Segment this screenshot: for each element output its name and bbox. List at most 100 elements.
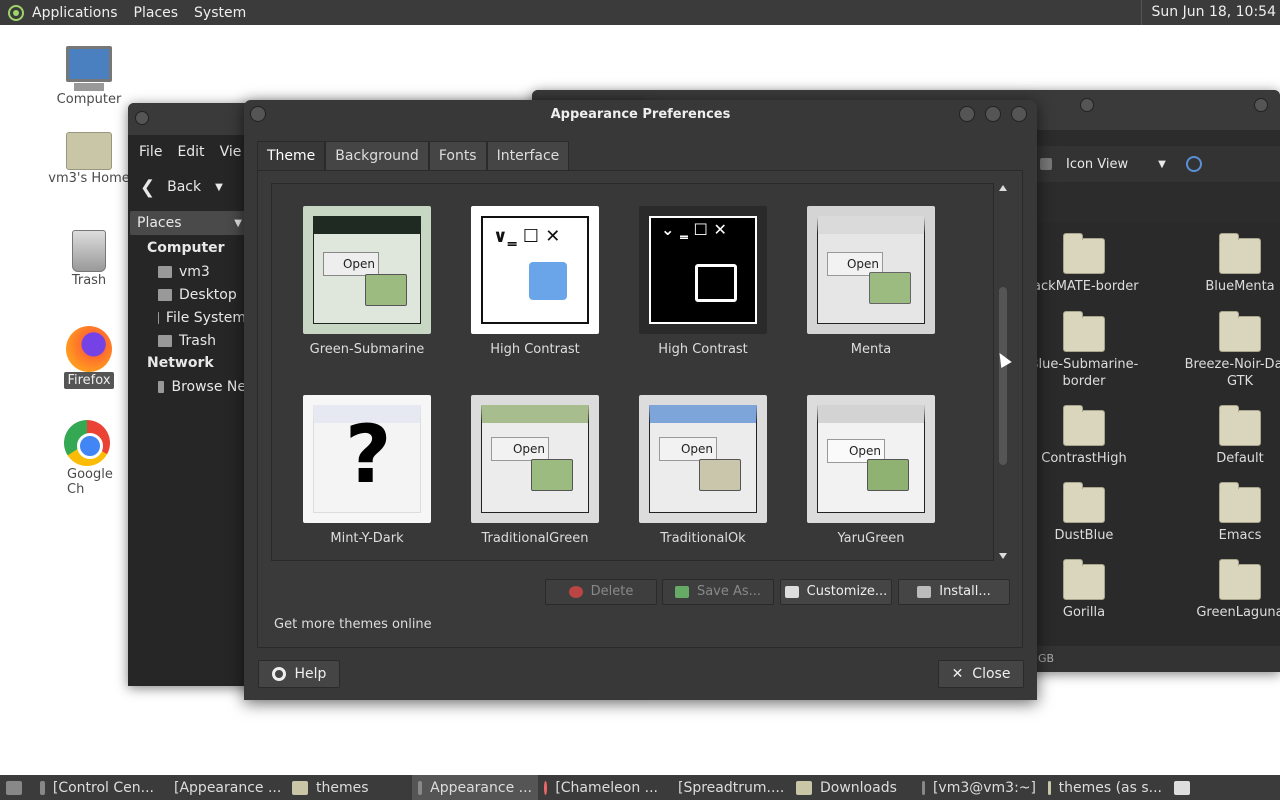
taskbar-label: [Control Cen... <box>52 779 154 796</box>
folder-item[interactable]: Emacs <box>1180 482 1280 544</box>
edit-menu[interactable]: Edit <box>177 144 204 160</box>
chevron-down-icon: ▼ <box>234 217 242 229</box>
folder-label: BlueMenta <box>1205 279 1275 294</box>
folder-icon <box>531 459 573 491</box>
help-button[interactable]: Help <box>258 660 340 688</box>
scroll-up-arrow-icon[interactable] <box>999 185 1007 191</box>
folder-icon <box>1063 482 1105 523</box>
delete-label: Delete <box>590 584 634 599</box>
appearance-icon <box>418 780 423 795</box>
sidebar-item-trash[interactable]: Trash <box>128 329 246 352</box>
taskbar-label: [Spreadtrum.... <box>678 779 785 796</box>
help-icon <box>271 667 286 681</box>
status-bar: GB <box>1032 646 1280 672</box>
sidebar-item-desktop[interactable]: Desktop <box>128 283 246 306</box>
home-folder-icon <box>66 132 112 170</box>
desktop-firefox[interactable]: Firefox <box>44 326 134 389</box>
taskbar-item[interactable]: Downloads <box>790 775 916 800</box>
close-icon[interactable] <box>1011 106 1027 122</box>
tab-interface[interactable]: Interface <box>486 141 570 170</box>
view-mode-select[interactable]: Icon View <box>1066 157 1128 172</box>
help-label: Help <box>294 666 327 682</box>
close-button[interactable]: ✕ Close <box>938 660 1024 688</box>
delete-button[interactable]: Delete <box>545 579 657 605</box>
folder-item[interactable]: DustBlue <box>1032 482 1144 544</box>
theme-label: YaruGreen <box>837 531 905 546</box>
desktop-home[interactable]: vm3's Home <box>44 132 134 187</box>
folder-label: Gorilla <box>1062 605 1106 620</box>
taskbar-item[interactable]: themes (as s... <box>1042 775 1168 800</box>
applications-menu[interactable]: Applications <box>32 5 118 21</box>
clock[interactable]: Sun Jun 18, 10:54 <box>1140 0 1280 25</box>
folder-icon <box>867 459 909 491</box>
chevron-down-icon[interactable]: ▼ <box>215 182 223 193</box>
show-desktop-icon <box>6 780 22 795</box>
folder-item[interactable]: Breeze-Noir-Dark GTK <box>1180 311 1280 390</box>
window-controls-icon: ∨‗ ☐ ✕ <box>493 226 561 247</box>
tab-fonts[interactable]: Fonts <box>428 141 487 170</box>
folder-icon <box>1063 233 1105 274</box>
folder-item[interactable]: Blue-Submarine-border <box>1032 311 1144 390</box>
install-button[interactable]: Install... <box>898 579 1010 605</box>
taskbar-item[interactable]: [Chameleon ... <box>538 775 664 800</box>
folder-item[interactable]: ContrastHigh <box>1032 405 1144 467</box>
folder-label: GreenLaguna <box>1196 605 1280 620</box>
sidebar-item-label: vm3 <box>179 263 210 280</box>
taskbar-item[interactable]: Appearance ... <box>412 775 538 800</box>
folder-item[interactable]: GreenLaguna <box>1180 559 1280 621</box>
desktop-chrome[interactable]: Google Ch <box>44 420 134 498</box>
tab-background[interactable]: Background <box>325 141 429 170</box>
places-menu[interactable]: Places <box>134 5 179 21</box>
appearance-preferences-dialog[interactable]: Appearance Preferences Theme Background … <box>244 100 1037 700</box>
scroll-down-arrow-icon[interactable] <box>999 553 1007 559</box>
drive-icon <box>158 311 159 324</box>
taskbar-item[interactable]: [vm3@vm3:~] <box>916 775 1042 800</box>
customize-button[interactable]: Customize... <box>780 579 892 605</box>
taskbar-item[interactable]: themes <box>286 775 412 800</box>
window-close-icon[interactable] <box>1254 98 1268 112</box>
window-menu-icon[interactable] <box>1080 98 1094 112</box>
view-menu[interactable]: Vie <box>220 144 242 160</box>
folder-item[interactable]: Gorilla <box>1032 559 1144 621</box>
theme-grid-scrollbar[interactable] <box>997 183 1009 561</box>
theme-label: Mint-Y-Dark <box>330 531 404 546</box>
file-menu[interactable]: File <box>139 144 162 160</box>
back-arrow-icon: ❮ <box>140 176 156 198</box>
desktop-computer[interactable]: Computer <box>44 46 134 108</box>
workspace-switcher[interactable] <box>1168 775 1202 800</box>
zoom-icon[interactable] <box>1040 158 1052 170</box>
chevron-down-icon[interactable]: ▼ <box>1158 159 1166 170</box>
get-more-themes-link[interactable]: Get more themes online <box>274 617 432 632</box>
bottom-panel: [Control Cen... [Appearance ... themes A… <box>0 775 1280 800</box>
window-menu-icon[interactable] <box>135 111 149 125</box>
sidebar-item-vm3[interactable]: vm3 <box>128 260 246 283</box>
folder-item[interactable]: Default <box>1180 405 1280 467</box>
sidebar-item-filesystem[interactable]: File System <box>128 306 246 329</box>
taskbar-item[interactable]: [Spreadtrum.... <box>664 775 790 800</box>
sidebar-places-select[interactable]: Places ▼ <box>130 211 246 235</box>
thumbnail-open-button: Open <box>659 437 717 461</box>
search-icon[interactable] <box>1185 156 1202 172</box>
mate-logo-icon[interactable] <box>8 4 24 21</box>
top-panel: Applications Places System Sun Jun 18, 1… <box>0 0 1280 25</box>
sidebar-item-browse-network[interactable]: Browse Ne <box>128 375 246 398</box>
folder-item[interactable]: lackMATE-border <box>1032 233 1144 295</box>
back-button[interactable]: ❮ Back ▼ <box>128 169 248 205</box>
taskbar-item[interactable]: [Control Cen... <box>34 775 160 800</box>
folder-grid: lackMATE-border BlueMenta Blue-Submarine… <box>1032 222 1280 652</box>
show-desktop-button[interactable] <box>0 775 34 800</box>
customize-label: Customize... <box>806 584 888 599</box>
folder-item[interactable]: BlueMenta <box>1180 233 1280 295</box>
minimize-icon[interactable] <box>959 106 975 122</box>
taskbar-label: [Chameleon ... <box>555 779 658 796</box>
system-menu[interactable]: System <box>194 5 246 21</box>
maximize-icon[interactable] <box>985 106 1001 122</box>
save-as-button[interactable]: Save As... <box>662 579 774 605</box>
taskbar-item[interactable]: [Appearance ... <box>160 775 286 800</box>
taskbar-label: [Appearance ... <box>174 779 282 796</box>
theme-thumbnail: ? <box>303 395 431 523</box>
tab-theme[interactable]: Theme <box>257 141 326 170</box>
scrollbar-thumb[interactable] <box>999 287 1007 465</box>
desktop-trash[interactable]: Trash <box>44 230 134 289</box>
folder-icon <box>1219 405 1261 446</box>
